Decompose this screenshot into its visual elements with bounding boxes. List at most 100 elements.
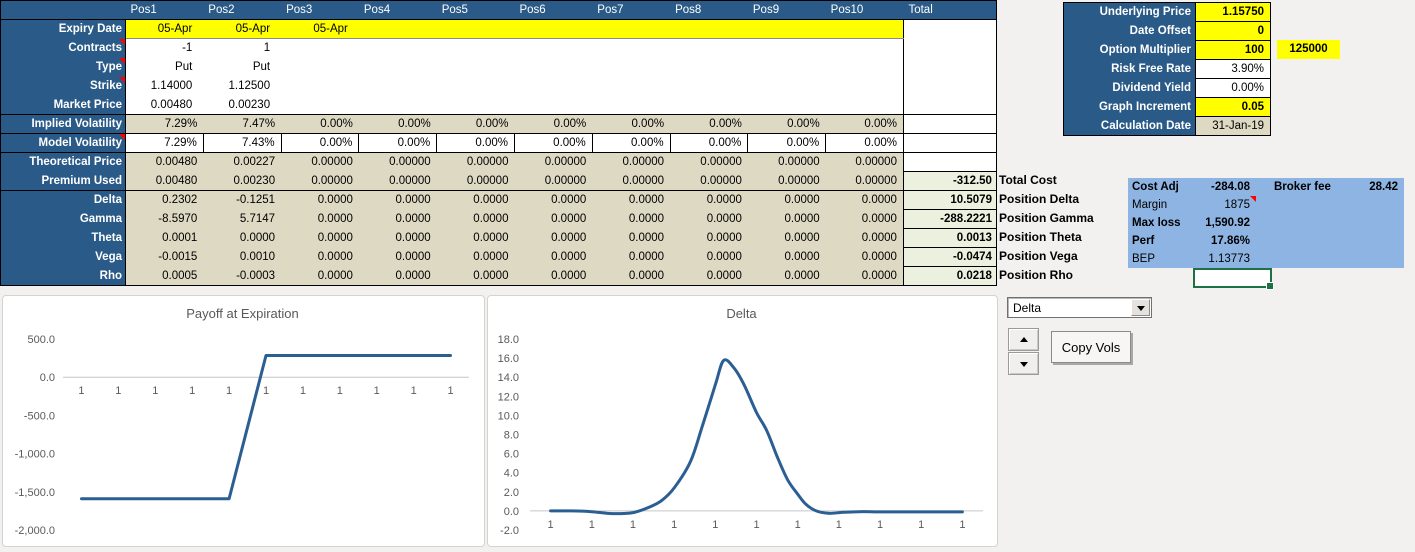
cell-vega-total[interactable]: -0.0474 bbox=[902, 247, 997, 267]
cell-theta-pos4[interactable]: 0.0000 bbox=[358, 228, 437, 248]
summary-value-empty[interactable] bbox=[1344, 214, 1404, 232]
cell-vega-pos9[interactable]: 0.0000 bbox=[747, 247, 826, 267]
summary-value-margin[interactable]: 1875 bbox=[1196, 196, 1256, 214]
setting-label-dividend-yield[interactable]: Dividend Yield bbox=[1063, 78, 1196, 98]
cell-strike-pos8[interactable] bbox=[670, 76, 748, 96]
row-label-implied-volatility[interactable]: Implied Volatility bbox=[0, 114, 126, 134]
row-label-market-price[interactable]: Market Price bbox=[0, 95, 126, 115]
cell-implied-volatility-pos8[interactable]: 0.00% bbox=[670, 114, 748, 134]
cell-gamma-pos4[interactable]: 0.0000 bbox=[358, 209, 437, 229]
summary-value-empty[interactable] bbox=[1344, 232, 1404, 250]
cell-implied-volatility-pos9[interactable]: 0.00% bbox=[747, 114, 826, 134]
cell-implied-volatility-pos10[interactable]: 0.00% bbox=[825, 114, 904, 134]
cell-model-volatility-pos7[interactable]: 0.00% bbox=[591, 133, 671, 153]
cell-implied-volatility-pos2[interactable]: 7.47% bbox=[203, 114, 282, 134]
cell-contracts-pos1[interactable]: -1 bbox=[125, 38, 204, 58]
spinner-up-button[interactable] bbox=[1008, 328, 1039, 351]
setting-label-underlying-price[interactable]: Underlying Price bbox=[1063, 2, 1196, 22]
cell-premium-used-pos10[interactable]: 0.00000 bbox=[825, 171, 904, 191]
cell-market-price-pos4[interactable] bbox=[358, 95, 437, 115]
cell-premium-used-total[interactable]: -312.50 bbox=[902, 171, 997, 191]
cell-expiry-date-pos6[interactable] bbox=[514, 19, 593, 39]
cell-market-price-pos6[interactable] bbox=[514, 95, 593, 115]
cell-implied-volatility-pos7[interactable]: 0.00% bbox=[592, 114, 671, 134]
cell-market-price-pos9[interactable] bbox=[747, 95, 826, 115]
cell-gamma-pos9[interactable]: 0.0000 bbox=[747, 209, 826, 229]
cell-premium-used-pos1[interactable]: 0.00480 bbox=[125, 171, 204, 191]
cell-theta-pos3[interactable]: 0.0000 bbox=[281, 228, 359, 248]
cell-premium-used-pos4[interactable]: 0.00000 bbox=[358, 171, 437, 191]
summary-value-cost-adj[interactable]: -284.08 bbox=[1196, 178, 1256, 196]
cell-market-price-pos7[interactable] bbox=[592, 95, 671, 115]
cell-vega-pos3[interactable]: 0.0000 bbox=[281, 247, 359, 267]
cell-theta-pos6[interactable]: 0.0000 bbox=[514, 228, 593, 248]
column-header-pos1[interactable]: Pos1 bbox=[125, 0, 204, 20]
cell-expiry-date-pos5[interactable] bbox=[436, 19, 515, 39]
cell-vega-pos7[interactable]: 0.0000 bbox=[592, 247, 671, 267]
cell-premium-used-pos7[interactable]: 0.00000 bbox=[592, 171, 671, 191]
cell-rho-pos1[interactable]: 0.0005 bbox=[125, 266, 204, 286]
cell-type-pos9[interactable] bbox=[747, 57, 826, 77]
cell-theta-pos2[interactable]: 0.0000 bbox=[203, 228, 282, 248]
row-label-theoretical-price[interactable]: Theoretical Price bbox=[0, 152, 126, 172]
summary-metric-bep[interactable]: BEP bbox=[1128, 250, 1196, 268]
cell-premium-used-pos9[interactable]: 0.00000 bbox=[747, 171, 826, 191]
setting-value-underlying-price[interactable]: 1.15750 bbox=[1195, 2, 1271, 22]
cell-rho-pos8[interactable]: 0.0000 bbox=[670, 266, 748, 286]
summary-metric-empty[interactable] bbox=[1256, 214, 1344, 232]
summary-metric-empty[interactable] bbox=[1256, 196, 1344, 214]
cell-vega-pos5[interactable]: 0.0000 bbox=[436, 247, 515, 267]
cell-rho-pos3[interactable]: 0.0000 bbox=[281, 266, 359, 286]
cell-delta-pos6[interactable]: 0.0000 bbox=[514, 190, 593, 210]
setting-label-date-offset[interactable]: Date Offset bbox=[1063, 21, 1196, 41]
delta-chart[interactable]: Delta 18.0 16.0 14.0 12.0 10.0 8.0 6.0 4.0 2.0 0.0… bbox=[487, 295, 998, 547]
cell-delta-pos3[interactable]: 0.0000 bbox=[281, 190, 359, 210]
cell-delta-pos5[interactable]: 0.0000 bbox=[436, 190, 515, 210]
cell-rho-pos4[interactable]: 0.0000 bbox=[358, 266, 437, 286]
summary-value-broker-fee[interactable]: 28.42 bbox=[1344, 178, 1404, 196]
cell-market-price-total[interactable] bbox=[902, 95, 997, 115]
summary-metric-broker-fee[interactable]: Broker fee bbox=[1256, 178, 1344, 196]
grid-corner-cell[interactable] bbox=[0, 0, 126, 20]
cell-premium-used-pos6[interactable]: 0.00000 bbox=[514, 171, 593, 191]
cell-theoretical-price-pos4[interactable]: 0.00000 bbox=[358, 152, 437, 172]
cell-contracts-pos9[interactable] bbox=[747, 38, 826, 58]
summary-metric-cost-adj[interactable]: Cost Adj bbox=[1128, 178, 1196, 196]
cell-delta-pos9[interactable]: 0.0000 bbox=[747, 190, 826, 210]
cell-contracts-pos4[interactable] bbox=[358, 38, 437, 58]
cell-theta-pos7[interactable]: 0.0000 bbox=[592, 228, 671, 248]
cell-contracts-pos7[interactable] bbox=[592, 38, 671, 58]
cell-theoretical-price-pos7[interactable]: 0.00000 bbox=[592, 152, 671, 172]
cell-theta-pos1[interactable]: 0.0001 bbox=[125, 228, 204, 248]
cell-theoretical-price-pos10[interactable]: 0.00000 bbox=[825, 152, 904, 172]
cell-type-pos7[interactable] bbox=[592, 57, 671, 77]
cell-theta-pos5[interactable]: 0.0000 bbox=[436, 228, 515, 248]
summary-metric-perf[interactable]: Perf bbox=[1128, 232, 1196, 250]
summary-metric-empty[interactable] bbox=[1256, 250, 1344, 268]
setting-value-date-offset[interactable]: 0 bbox=[1195, 21, 1271, 41]
cell-rho-pos9[interactable]: 0.0000 bbox=[747, 266, 826, 286]
summary-value-perf[interactable]: 17.86% bbox=[1196, 232, 1256, 250]
cell-delta-pos2[interactable]: -0.1251 bbox=[203, 190, 282, 210]
cell-expiry-date-pos8[interactable] bbox=[670, 19, 748, 39]
cell-contracts-pos5[interactable] bbox=[436, 38, 515, 58]
cell-strike-pos5[interactable] bbox=[436, 76, 515, 96]
cell-rho-pos6[interactable]: 0.0000 bbox=[514, 266, 593, 286]
cell-vega-pos6[interactable]: 0.0000 bbox=[514, 247, 593, 267]
cell-model-volatility-pos10[interactable]: 0.00% bbox=[825, 133, 904, 153]
setting-label-calculation-date[interactable]: Calculation Date bbox=[1063, 116, 1196, 136]
column-header-pos5[interactable]: Pos5 bbox=[436, 0, 515, 20]
cell-premium-used-pos2[interactable]: 0.00230 bbox=[203, 171, 282, 191]
row-label-theta[interactable]: Theta bbox=[0, 228, 126, 248]
row-label-type[interactable]: Type bbox=[0, 57, 126, 77]
setting-value-calculation-date[interactable]: 31-Jan-19 bbox=[1195, 116, 1271, 136]
cell-theoretical-price-pos5[interactable]: 0.00000 bbox=[436, 152, 515, 172]
cell-vega-pos8[interactable]: 0.0000 bbox=[670, 247, 748, 267]
cell-type-pos3[interactable] bbox=[281, 57, 359, 77]
cell-contracts-pos6[interactable] bbox=[514, 38, 593, 58]
column-header-pos6[interactable]: Pos6 bbox=[514, 0, 593, 20]
summary-value-empty[interactable] bbox=[1344, 196, 1404, 214]
cell-vega-pos10[interactable]: 0.0000 bbox=[825, 247, 904, 267]
cell-market-price-pos1[interactable]: 0.00480 bbox=[125, 95, 204, 115]
active-cell-selection[interactable] bbox=[1193, 268, 1274, 290]
